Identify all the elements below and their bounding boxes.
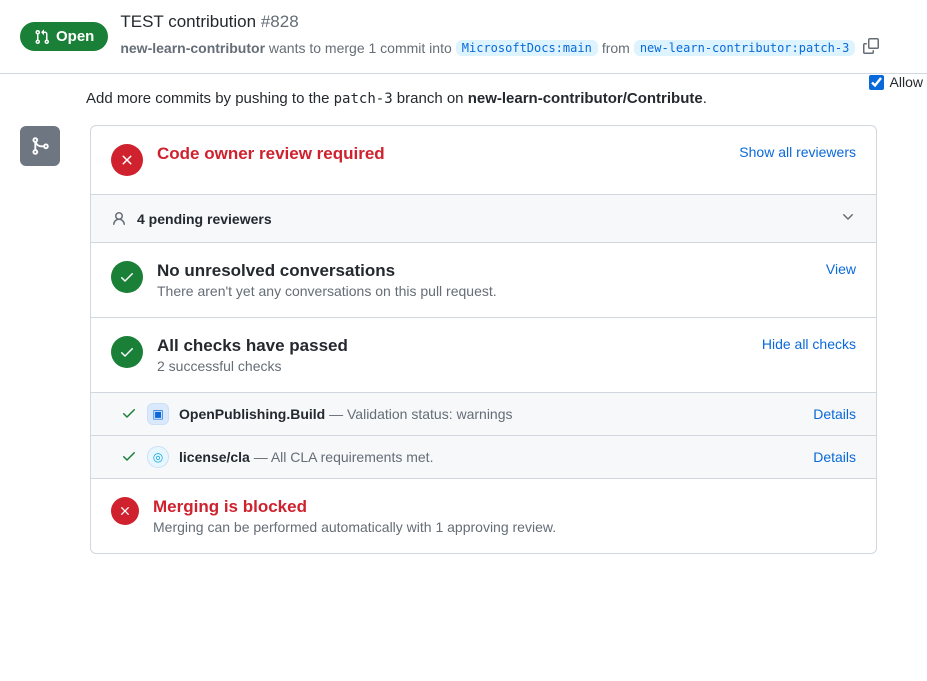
hide-checks-link[interactable]: Hide all checks (762, 336, 856, 352)
chevron-down-icon (840, 209, 856, 228)
commit-hint: Add more commits by pushing to the patch… (20, 90, 877, 107)
x-circle-icon (111, 497, 139, 525)
check-circle-icon (111, 261, 143, 293)
check-desc: — All CLA requirements met. (250, 449, 434, 465)
merge-status-box: Code owner review required Show all revi… (90, 125, 877, 554)
commit-hint-repo: new-learn-contributor/Contribute (468, 90, 703, 107)
commit-hint-mid: branch on (393, 90, 468, 107)
check-row: ▣ OpenPublishing.Build — Validation stat… (91, 392, 876, 435)
person-icon (111, 211, 127, 227)
merging-blocked-subtitle: Merging can be performed automatically w… (153, 519, 856, 535)
head-branch-label[interactable]: new-learn-contributor:patch-3 (634, 40, 856, 56)
checks-section: All checks have passed 2 successful chec… (91, 318, 876, 392)
commit-hint-prefix: Add more commits by pushing to the (86, 90, 334, 107)
header-content: TEST contribution #828 new-learn-contrib… (120, 12, 907, 61)
conversations-subtitle: There aren't yet any conversations on th… (157, 283, 812, 299)
pending-reviewers-toggle[interactable]: 4 pending reviewers (91, 194, 876, 242)
pending-reviewers-text: 4 pending reviewers (137, 211, 272, 227)
check-details-link[interactable]: Details (813, 406, 856, 422)
status-open-label: Open (56, 28, 94, 45)
pr-wants-text: wants to merge 1 commit into (265, 40, 452, 56)
checks-subtitle: 2 successful checks (157, 358, 748, 374)
status-open-badge: Open (20, 22, 108, 51)
timeline-merge-badge (20, 126, 60, 166)
commit-hint-suffix: . (703, 90, 707, 107)
checks-title: All checks have passed (157, 336, 748, 356)
view-conversations-link[interactable]: View (826, 261, 856, 277)
git-pull-request-icon (34, 29, 50, 45)
x-circle-icon (111, 144, 143, 176)
review-required-section: Code owner review required Show all revi… (91, 126, 876, 194)
pr-header: Open TEST contribution #828 new-learn-co… (0, 0, 927, 74)
conversations-section: No unresolved conversations There aren't… (91, 243, 876, 317)
check-name: OpenPublishing.Build (179, 406, 325, 422)
merging-blocked-section: Merging is blocked Merging can be perfor… (91, 479, 876, 553)
conversations-title: No unresolved conversations (157, 261, 812, 281)
pr-title: TEST contribution #828 (120, 12, 907, 32)
copy-icon[interactable] (859, 34, 883, 61)
base-branch-label[interactable]: MicrosoftDocs:main (456, 40, 598, 56)
check-row: ◎ license/cla — All CLA requirements met… (91, 435, 876, 478)
check-icon (121, 405, 137, 424)
pr-subtitle: new-learn-contributor wants to merge 1 c… (120, 34, 907, 61)
from-word: from (602, 40, 630, 56)
pr-author[interactable]: new-learn-contributor (120, 40, 265, 56)
commit-hint-branch: patch-3 (334, 91, 393, 107)
merging-blocked-title: Merging is blocked (153, 497, 856, 517)
review-required-title: Code owner review required (157, 144, 725, 164)
git-merge-icon (30, 136, 50, 156)
check-icon (121, 448, 137, 467)
check-name: license/cla (179, 449, 250, 465)
check-circle-icon (111, 336, 143, 368)
app-icon: ◎ (147, 446, 169, 468)
app-icon: ▣ (147, 403, 169, 425)
check-details-link[interactable]: Details (813, 449, 856, 465)
pr-number: #828 (261, 12, 299, 31)
pr-title-text: TEST contribution (120, 12, 256, 31)
check-desc: — Validation status: warnings (325, 406, 512, 422)
show-all-reviewers-link[interactable]: Show all reviewers (739, 144, 856, 160)
